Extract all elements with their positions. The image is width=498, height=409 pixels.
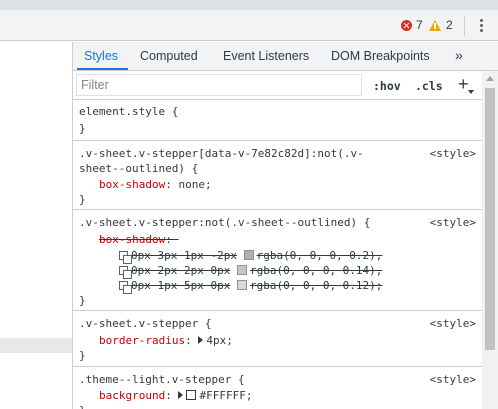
rule-close-brace: } xyxy=(79,403,86,409)
rule-selector[interactable]: .theme--light.v-stepper { xyxy=(79,372,245,387)
shadow-editor-icon[interactable] xyxy=(119,266,132,279)
property-name[interactable]: background xyxy=(99,389,165,402)
property-value[interactable]: none; xyxy=(178,178,211,191)
style-rule: .v-sheet.v-stepper:not(.v-sheet--outline… xyxy=(73,210,482,311)
rule-declaration-overridden[interactable]: box-shadow: xyxy=(99,232,178,247)
tab-styles[interactable]: Styles xyxy=(84,49,118,63)
property-name[interactable]: border-radius xyxy=(99,334,185,347)
color-swatch[interactable] xyxy=(236,280,247,290)
elements-tree-panel xyxy=(0,42,72,409)
selected-node-highlight[interactable] xyxy=(0,338,72,353)
rule-declaration[interactable]: border-radius: 4px; xyxy=(99,333,233,348)
devtools-toolbar: 7 2 xyxy=(0,10,498,41)
tab-dom-breakpoints[interactable]: DOM Breakpoints xyxy=(331,49,430,63)
cls-toggle[interactable]: .cls xyxy=(415,79,443,93)
rule-selector-continued[interactable]: sheet--outlined) { xyxy=(79,161,198,176)
style-rule: .theme--light.v-stepper { <style> backgr… xyxy=(73,367,482,409)
shadow-color: rgba(0, 0, 0, 0.2), xyxy=(256,249,383,262)
rule-source-link[interactable]: <style> xyxy=(430,316,476,331)
filter-bar: :hov .cls + xyxy=(73,71,482,100)
shadow-value[interactable]: 0px 2px 2px 0px rgba(0, 0, 0, 0.14), xyxy=(119,263,383,279)
tab-computed[interactable]: Computed xyxy=(140,49,198,63)
error-icon[interactable] xyxy=(401,20,412,31)
rule-selector[interactable]: .v-sheet.v-stepper[data-v-7e82c82d]:not(… xyxy=(79,146,364,161)
filter-input[interactable] xyxy=(76,74,362,96)
property-name[interactable]: box-shadow xyxy=(99,233,165,246)
shadow-editor-icon[interactable] xyxy=(119,281,132,294)
new-style-rule-menu-icon[interactable] xyxy=(468,90,474,94)
scroll-thumb[interactable] xyxy=(485,88,495,350)
shadow-offsets: 0px 1px 5px 0px xyxy=(131,279,231,292)
styles-pane: element.style { } .v-sheet.v-stepper[dat… xyxy=(73,101,482,409)
hov-toggle[interactable]: :hov xyxy=(373,79,401,93)
shadow-value[interactable]: 0px 1px 5px 0px rgba(0, 0, 0, 0.12); xyxy=(119,278,383,294)
rule-selector[interactable]: .v-sheet.v-stepper:not(.v-sheet--outline… xyxy=(79,215,370,230)
rule-close-brace: } xyxy=(79,349,86,362)
shadow-offsets: 0px 2px 2px 0px xyxy=(131,264,231,277)
rule-close-brace: } xyxy=(79,193,86,206)
rule-close-brace: } xyxy=(79,294,86,307)
shadow-color: rgba(0, 0, 0, 0.14), xyxy=(249,264,383,277)
rule-selector[interactable]: .v-sheet.v-stepper { xyxy=(79,316,211,331)
sidebar-tabs: Styles Computed Event Listeners DOM Brea… xyxy=(73,42,498,71)
rule-source-link[interactable]: <style> xyxy=(430,146,476,161)
window-top-strip xyxy=(0,0,498,10)
rule-selector[interactable]: element.style { xyxy=(79,104,178,119)
property-value[interactable]: #FFFFFF; xyxy=(199,389,252,402)
shadow-color: rgba(0, 0, 0, 0.12); xyxy=(249,279,383,292)
styles-scrollbar[interactable] xyxy=(482,71,498,409)
tab-active-indicator xyxy=(77,68,128,70)
new-style-rule-button[interactable]: + xyxy=(458,74,469,95)
expand-triangle-icon[interactable] xyxy=(178,391,184,399)
tab-event-listeners[interactable]: Event Listeners xyxy=(223,49,309,63)
shadow-value[interactable]: 0px 3px 1px -2px rgba(0, 0, 0, 0.2), xyxy=(119,248,383,264)
color-swatch[interactable] xyxy=(186,390,197,400)
shadow-offsets: 0px 3px 1px -2px xyxy=(131,249,237,262)
style-rule: .v-sheet.v-stepper { <style> border-radi… xyxy=(73,311,482,367)
more-tabs-icon[interactable]: » xyxy=(455,47,463,63)
scroll-up-icon[interactable] xyxy=(486,76,494,81)
rule-declaration[interactable]: box-shadow: none; xyxy=(99,177,212,192)
rule-source-link[interactable]: <style> xyxy=(430,372,476,387)
error-count[interactable]: 7 xyxy=(416,18,423,32)
color-swatch[interactable] xyxy=(243,250,254,260)
warning-icon-mark xyxy=(434,23,436,29)
shadow-editor-icon[interactable] xyxy=(119,251,132,264)
style-rule: .v-sheet.v-stepper[data-v-7e82c82d]:not(… xyxy=(73,141,482,210)
expand-triangle-icon[interactable] xyxy=(198,336,204,344)
style-rule-element: element.style { } xyxy=(73,101,482,141)
color-swatch[interactable] xyxy=(236,265,247,275)
rule-declaration[interactable]: background: #FFFFFF; xyxy=(99,388,252,403)
toolbar-divider xyxy=(464,16,465,36)
more-options-icon[interactable] xyxy=(475,18,487,34)
property-value[interactable]: 4px; xyxy=(206,334,233,347)
rule-source-link[interactable]: <style> xyxy=(430,215,476,230)
rule-close-brace: } xyxy=(79,122,86,135)
warning-count[interactable]: 2 xyxy=(446,18,453,32)
property-name[interactable]: box-shadow xyxy=(99,178,165,191)
